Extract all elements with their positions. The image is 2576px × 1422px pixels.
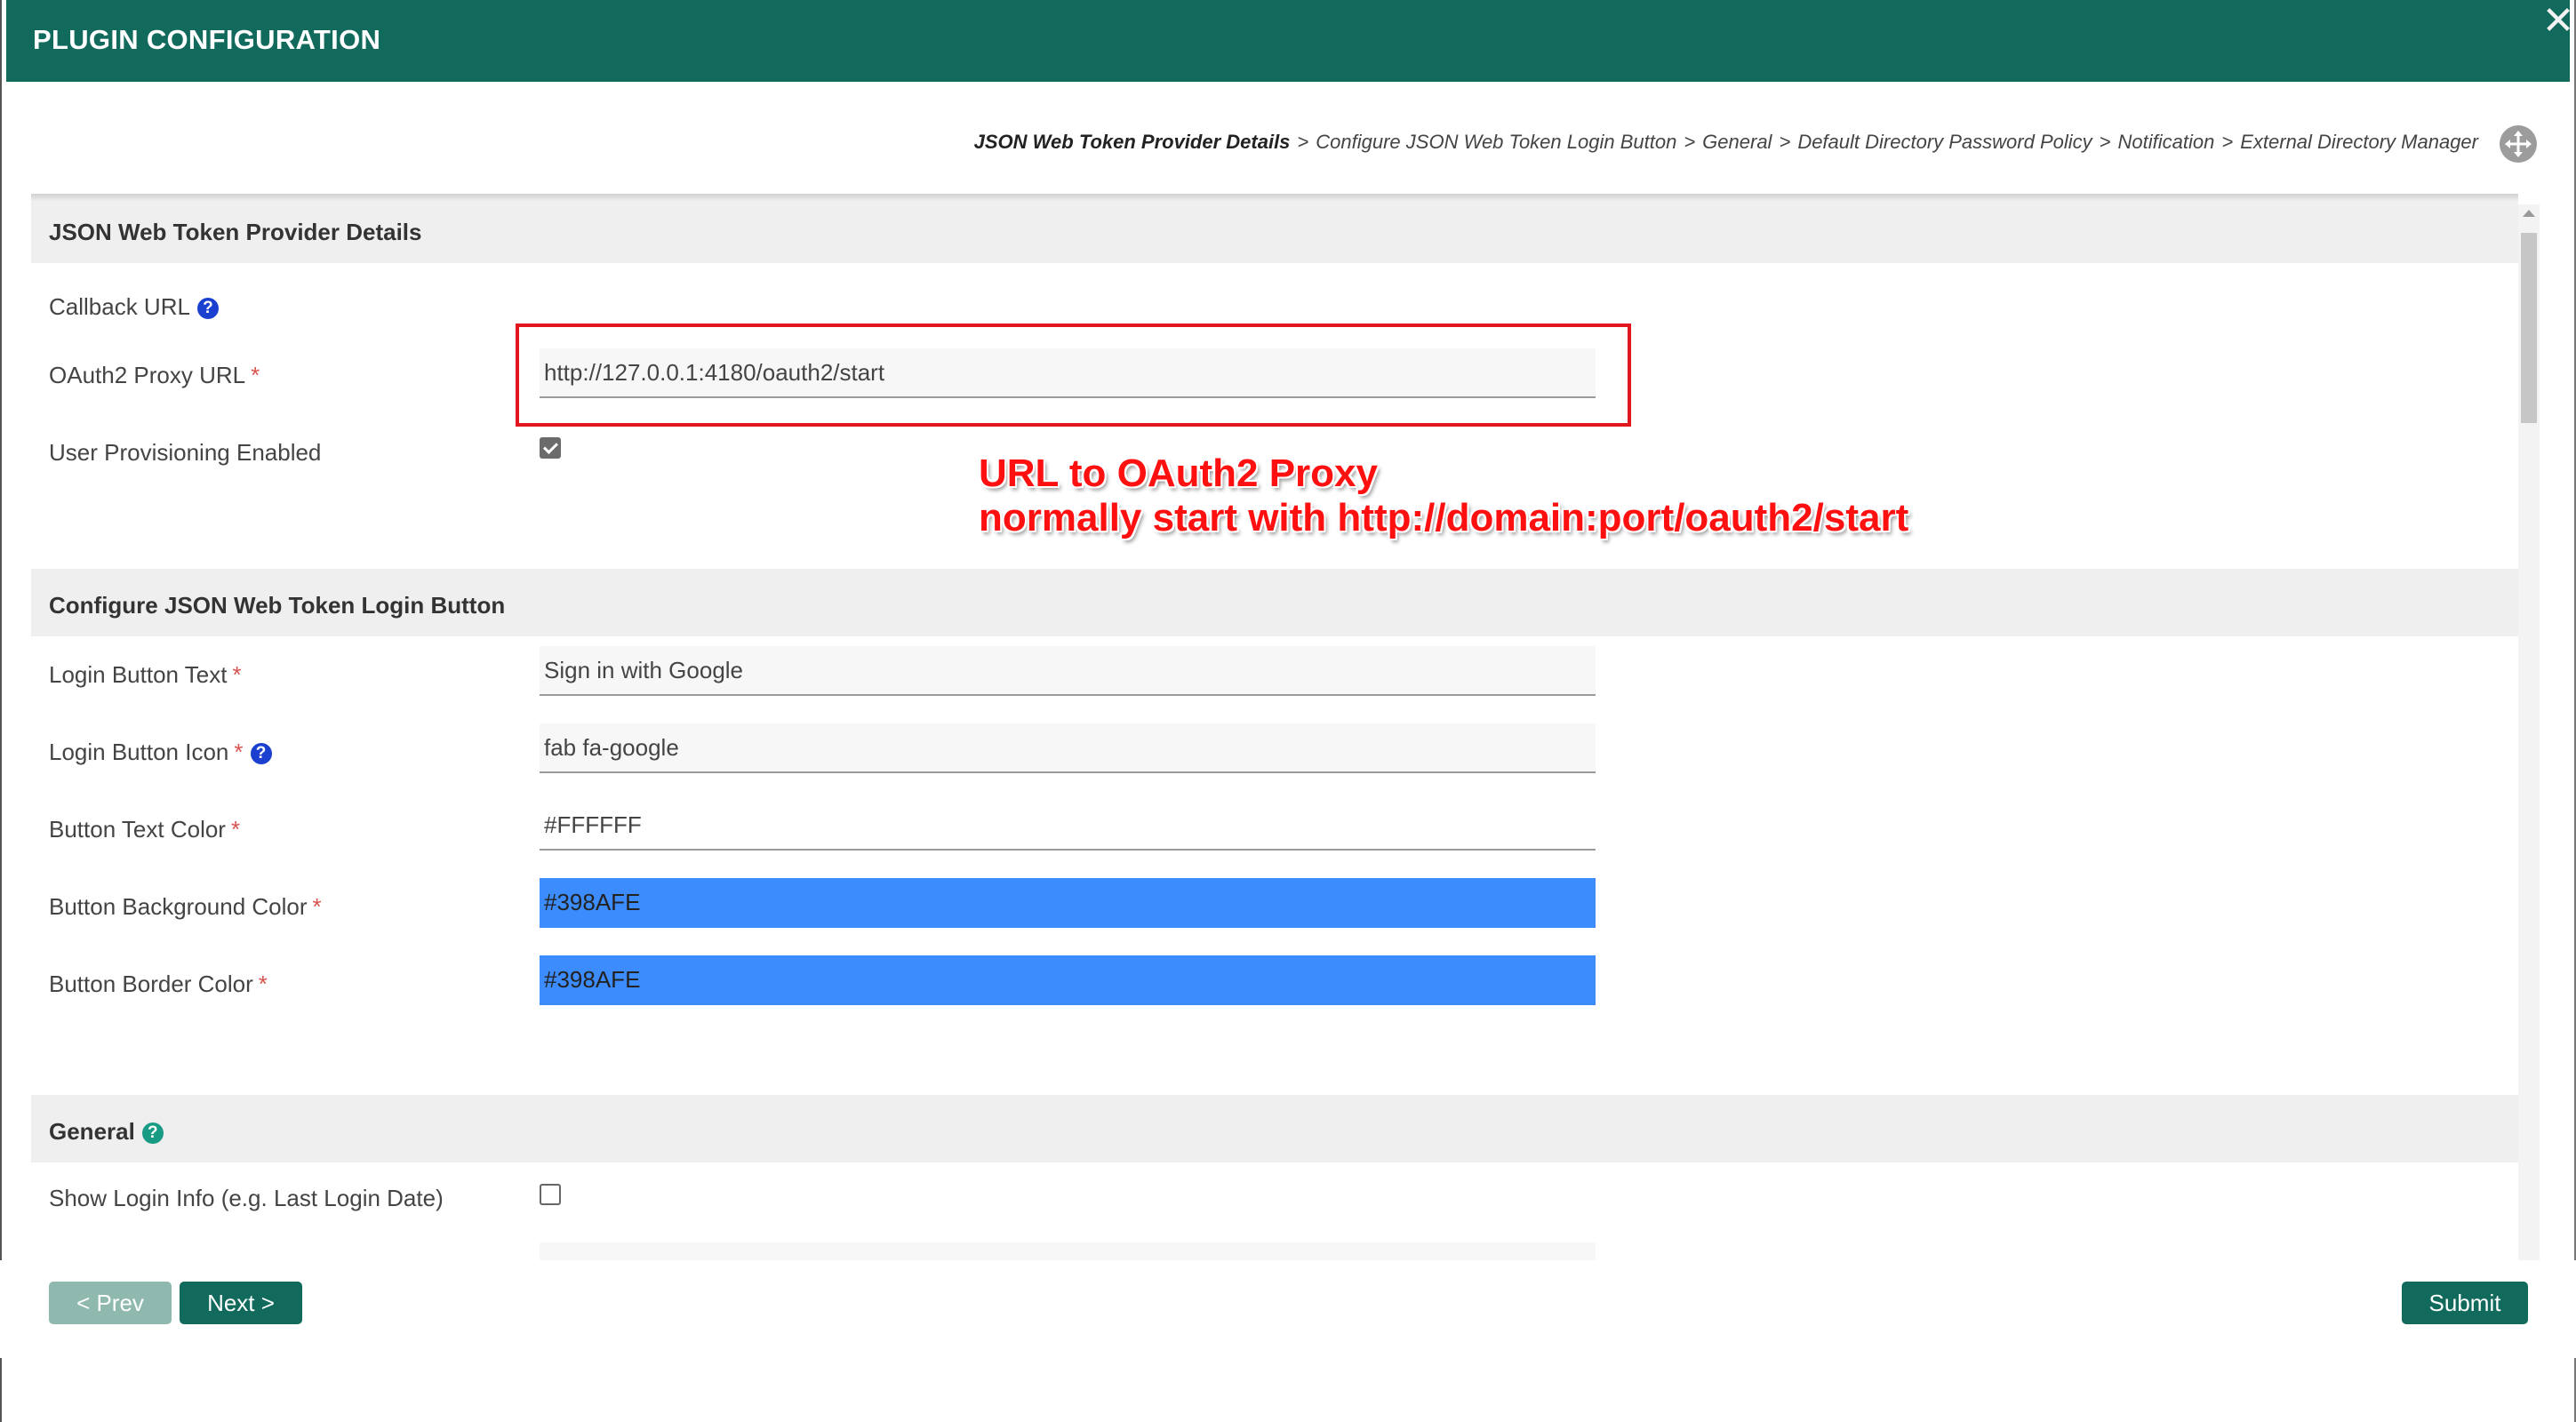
button-text-color-label: Button Text Color *	[49, 816, 240, 843]
callback-url-label: Callback URL?	[49, 293, 219, 321]
section-title: JSON Web Token Provider Details	[49, 219, 422, 245]
breadcrumb-separator: >	[2099, 131, 2111, 153]
breadcrumb-item-login-button[interactable]: Configure JSON Web Token Login Button	[1316, 131, 1676, 153]
submit-button[interactable]: Submit	[2402, 1282, 2528, 1324]
required-asterisk: *	[232, 661, 242, 688]
label-text: Login Button Icon	[49, 739, 229, 765]
annotation-callout: URL to OAuth2 Proxy normally start with …	[979, 451, 1908, 540]
help-icon[interactable]: ?	[141, 1122, 164, 1144]
move-expand-icon[interactable]	[2499, 124, 2538, 164]
required-asterisk: *	[234, 739, 244, 765]
breadcrumb-separator: >	[2221, 131, 2234, 153]
breadcrumb-item-general[interactable]: General	[1702, 131, 1772, 153]
user-provisioning-label: User Provisioning Enabled	[49, 439, 322, 466]
label-text: OAuth2 Proxy URL	[49, 362, 246, 388]
breadcrumb-item-notification[interactable]: Notification	[2118, 131, 2215, 153]
dialog-title: PLUGIN CONFIGURATION	[33, 24, 381, 55]
annotation-line-2: normally start with http://domain:port/o…	[979, 496, 1909, 539]
required-asterisk: *	[258, 971, 268, 997]
section-header-provider: JSON Web Token Provider Details	[31, 196, 2518, 263]
login-button-text-input[interactable]	[540, 646, 1596, 696]
label-text: Button Border Color	[49, 971, 253, 997]
section-header-login-button: Configure JSON Web Token Login Button	[31, 569, 2518, 636]
next-button[interactable]: Next >	[180, 1282, 302, 1324]
required-asterisk: *	[230, 816, 241, 843]
login-button-icon-input[interactable]	[540, 723, 1596, 773]
button-text-color-input[interactable]	[540, 801, 1596, 851]
breadcrumb-item-password-policy[interactable]: Default Directory Password Policy	[1797, 131, 2092, 153]
login-button-text-label: Login Button Text *	[49, 661, 242, 689]
label-text: Callback URL	[49, 293, 190, 320]
breadcrumb: JSON Web Token Provider Details > Configur…	[974, 131, 2478, 154]
label-text: Login Button Text	[49, 661, 228, 688]
dialog-titlebar: PLUGIN CONFIGURATION	[6, 0, 2570, 82]
user-provisioning-checkbox[interactable]	[540, 437, 561, 459]
cut-off-select-field[interactable]	[540, 1242, 1596, 1262]
button-border-color-label: Button Border Color *	[49, 971, 268, 998]
content-top-shadow	[31, 194, 2518, 201]
button-background-color-label: Button Background Color *	[49, 893, 322, 921]
show-login-info-checkbox[interactable]	[540, 1184, 561, 1205]
annotation-highlight-box	[516, 324, 1631, 427]
breadcrumb-separator: >	[1297, 131, 1309, 153]
label-text: Button Background Color	[49, 893, 308, 920]
window-border-left	[0, 0, 2, 1422]
help-icon[interactable]: ?	[196, 298, 219, 319]
breadcrumb-item-external-directory[interactable]: External Directory Manager	[2240, 131, 2478, 153]
close-icon[interactable]: ✕	[2540, 2, 2576, 41]
label-text: Button Text Color	[49, 816, 226, 843]
required-asterisk: *	[251, 362, 260, 388]
section-header-general: General?	[31, 1095, 2518, 1162]
section-title: Configure JSON Web Token Login Button	[49, 592, 506, 619]
show-login-info-label: Show Login Info (e.g. Last Login Date)	[49, 1185, 444, 1211]
breadcrumb-item-provider-details[interactable]: JSON Web Token Provider Details	[974, 131, 1291, 153]
form-content[interactable]: JSON Web Token Provider Details Callback…	[31, 196, 2518, 1262]
help-icon[interactable]: ?	[250, 743, 272, 764]
scrollbar-thumb[interactable]	[2521, 233, 2537, 423]
section-title-text: General	[49, 1118, 135, 1145]
required-asterisk: *	[312, 893, 322, 920]
breadcrumb-separator: >	[1779, 131, 1791, 153]
oauth2-proxy-url-label: OAuth2 Proxy URL *	[49, 362, 260, 389]
login-button-icon-label: Login Button Icon *?	[49, 739, 272, 766]
annotation-line-1: URL to OAuth2 Proxy	[979, 451, 1379, 495]
button-background-color-input[interactable]	[540, 878, 1596, 928]
scroll-up-arrow-icon[interactable]	[2523, 210, 2535, 217]
button-border-color-input[interactable]	[540, 955, 1596, 1005]
breadcrumb-separator: >	[1684, 131, 1696, 153]
section-title: General?	[49, 1118, 164, 1146]
dialog-footer: < Prev Next > Submit	[0, 1260, 2576, 1358]
prev-button[interactable]: < Prev	[49, 1282, 172, 1324]
